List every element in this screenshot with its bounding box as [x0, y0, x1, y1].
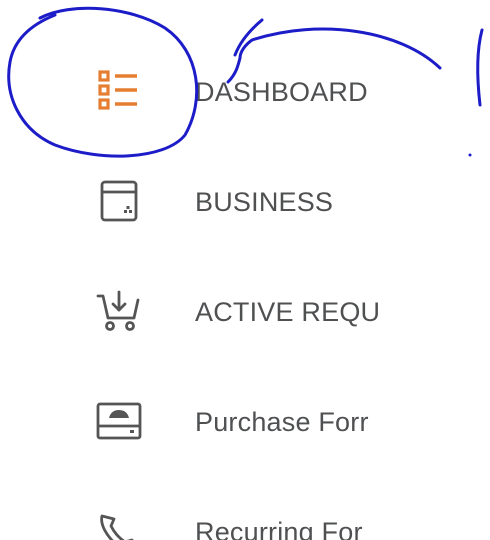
sidebar-item-label: DASHBOARD	[195, 77, 368, 107]
sidebar-item-dashboard[interactable]: DASHBOARD	[0, 56, 420, 126]
sidebar-item-purchase-forms[interactable]: Purchase Forr	[0, 386, 420, 456]
sidebar-item-business[interactable]: BUSINESS	[0, 166, 420, 236]
sidebar-item-label: Purchase Forr	[195, 407, 369, 437]
inbox-tray-icon	[92, 396, 146, 446]
cart-download-icon	[92, 286, 146, 336]
archive-box-icon	[92, 176, 146, 226]
sidebar-item-recurring-forms[interactable]: Recurring For	[0, 496, 420, 540]
phone-icon	[92, 506, 146, 540]
sidebar-nav: DASHBOARD BUSINESS ACTIVE REQU Purchase …	[0, 0, 490, 540]
sidebar-item-active-requests[interactable]: ACTIVE REQU	[0, 276, 420, 346]
sidebar-item-label: ACTIVE REQU	[195, 297, 381, 327]
sidebar-item-label: BUSINESS	[195, 187, 334, 217]
sidebar-item-label: Recurring For	[195, 517, 363, 540]
list-icon	[92, 66, 146, 116]
